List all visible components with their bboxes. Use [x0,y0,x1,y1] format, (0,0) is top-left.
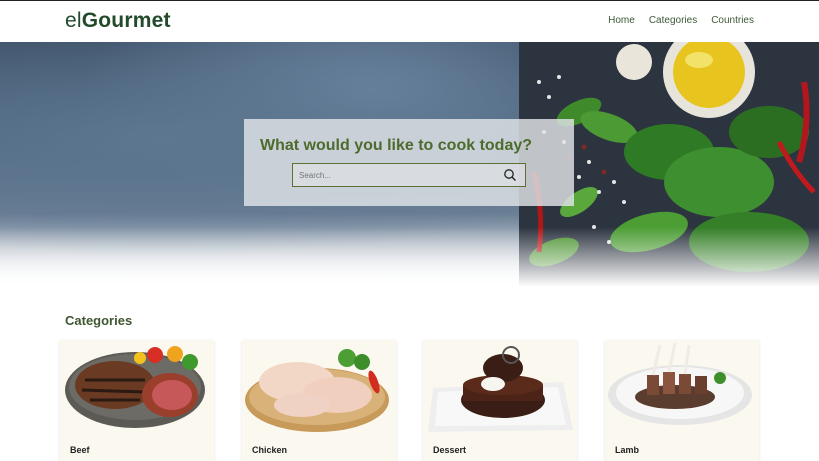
brand-name: Gourmet [81,9,171,32]
search-panel: What would you like to cook today? [244,119,574,206]
search-icon[interactable] [503,168,517,182]
hero-title: What would you like to cook today? [260,137,533,154]
search-box[interactable] [292,163,526,187]
top-navbar: elGourmet Home Categories Countries [0,0,819,42]
chicken-image [245,349,389,432]
category-card-dessert[interactable]: Dessert [423,340,577,461]
lamb-image [608,342,752,425]
brand-prefix: el [65,9,82,32]
category-card-chicken[interactable]: Chicken [242,340,396,461]
nav-links: Home Categories Countries [608,15,754,26]
brand-logo[interactable]: elGourmet [65,9,171,33]
categories-heading: Categories [65,313,133,328]
beef-image [65,346,205,428]
category-label: Beef [70,445,90,455]
category-card-lamb[interactable]: Lamb [605,340,759,461]
nav-home-link[interactable]: Home [608,15,635,26]
dessert-image [428,346,573,432]
category-label: Dessert [433,445,467,455]
hero-fade [0,227,819,287]
category-label: Lamb [615,445,640,455]
nav-categories-link[interactable]: Categories [649,15,697,26]
category-label: Chicken [252,445,288,455]
search-input[interactable] [299,168,489,183]
nav-countries-link[interactable]: Countries [711,15,754,26]
category-card-beef[interactable]: Beef [60,340,214,461]
